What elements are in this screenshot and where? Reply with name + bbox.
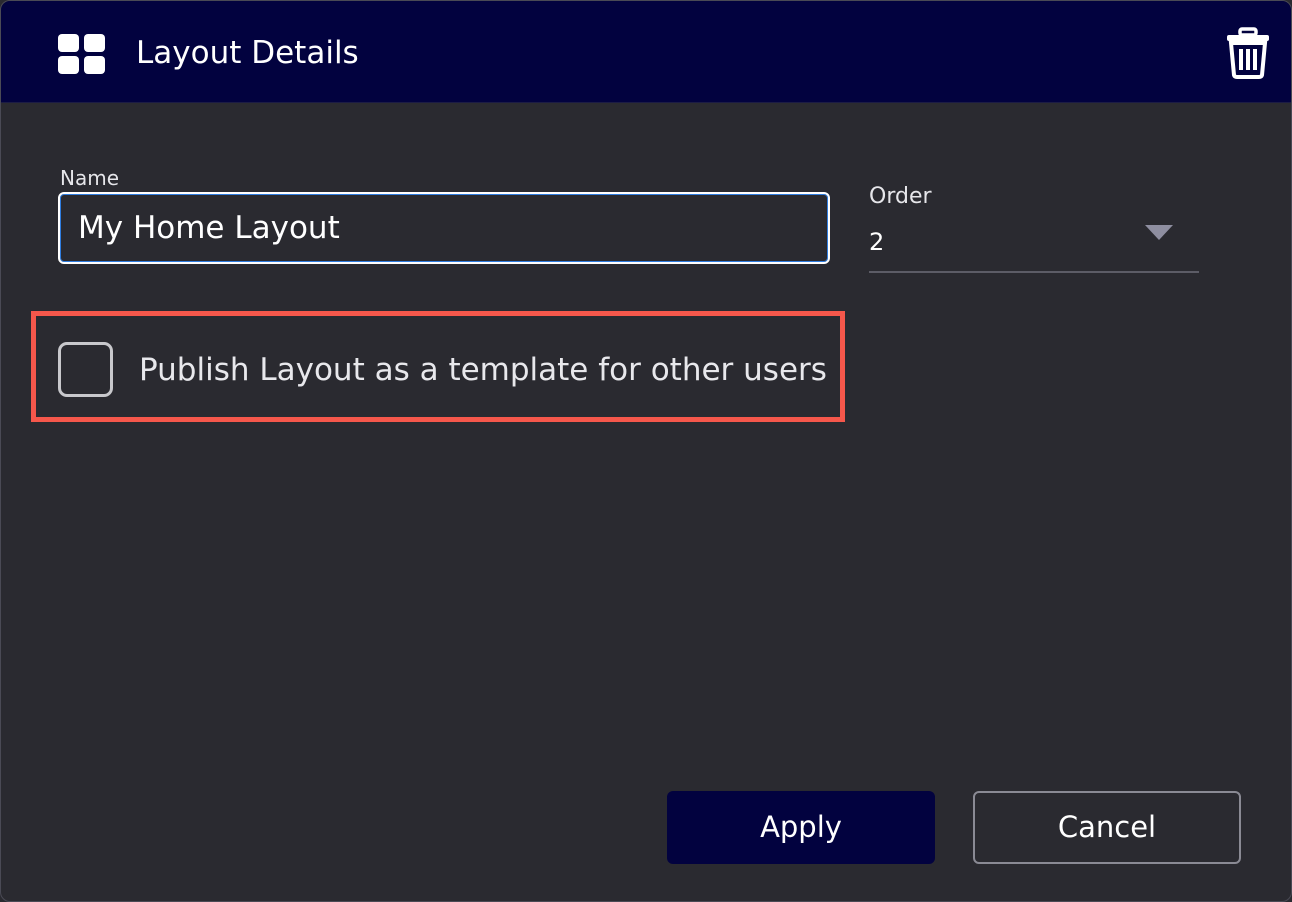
order-select[interactable]: 2 — [869, 215, 1199, 273]
chevron-down-icon — [1145, 225, 1173, 240]
dialog-title: Layout Details — [136, 35, 359, 71]
order-label: Order — [869, 184, 932, 209]
publish-template-label[interactable]: Publish Layout as a template for other u… — [139, 350, 827, 390]
apply-button[interactable]: Apply — [667, 791, 935, 864]
order-value: 2 — [869, 228, 885, 256]
name-input[interactable] — [58, 192, 830, 264]
grid-icon — [58, 34, 105, 74]
dialog-header: Layout Details — [1, 1, 1291, 103]
trash-icon[interactable] — [1225, 27, 1271, 79]
layout-details-dialog: Layout Details Name Order 2 Publish Layo… — [0, 0, 1292, 902]
cancel-button[interactable]: Cancel — [973, 791, 1241, 864]
name-label: Name — [60, 166, 120, 190]
publish-template-checkbox[interactable] — [58, 342, 113, 397]
